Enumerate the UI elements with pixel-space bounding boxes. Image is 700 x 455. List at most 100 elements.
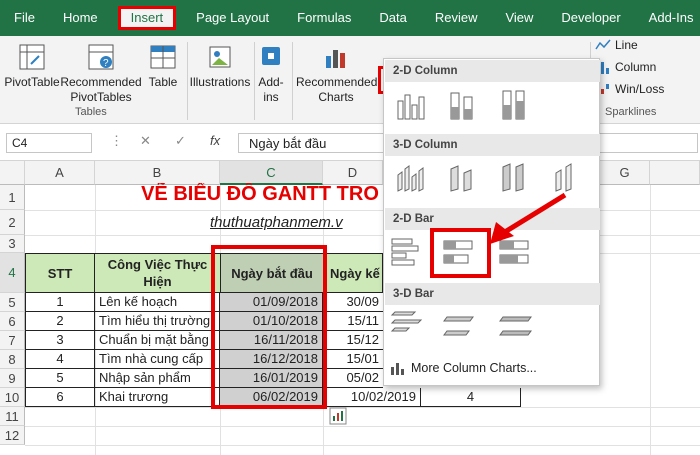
cell-task[interactable]: Lên kế hoạch	[95, 293, 220, 312]
row-header[interactable]: 3	[0, 235, 25, 253]
tab-home[interactable]: Home	[49, 0, 112, 36]
3d-clustered-bar-icon[interactable]	[390, 309, 424, 343]
cell-stt[interactable]: 5	[25, 369, 95, 388]
column-header[interactable]: G	[600, 161, 650, 185]
recommended-pivottables-button[interactable]: ? Recommended PivotTables	[60, 42, 142, 105]
pivottable-button[interactable]: PivotTable	[4, 42, 60, 90]
recommended-charts-icon	[326, 50, 345, 68]
tab-add-ins[interactable]: Add-Ins	[635, 0, 700, 36]
sheet-subtitle-link[interactable]: thuthuatphanmem.v	[210, 214, 380, 231]
cell-end-date[interactable]: 10/02/2019	[323, 388, 421, 407]
row-header[interactable]: 9	[0, 369, 25, 388]
more-column-charts-link[interactable]: More Column Charts...	[390, 361, 537, 375]
cell-end-date[interactable]: 15/11	[323, 312, 383, 331]
sparklines-group-label: Sparklines	[605, 106, 657, 118]
tab-view[interactable]: View	[491, 0, 547, 36]
section-2d-column: 2-D Column	[385, 60, 600, 82]
row-header[interactable]: 7	[0, 331, 25, 350]
add-ins-icon	[262, 47, 280, 65]
add-ins-label: Add-ins	[258, 75, 284, 104]
ribbon-separator	[254, 42, 255, 120]
cell-task[interactable]: Nhập sản phẩm	[95, 369, 220, 388]
row-header[interactable]: 8	[0, 350, 25, 369]
column-header[interactable]: A	[25, 161, 95, 185]
select-all-corner[interactable]	[0, 161, 25, 185]
header-cong-viec[interactable]: Công Việc Thực Hiện	[94, 253, 221, 293]
cell-stt[interactable]: 4	[25, 350, 95, 369]
tab-insert[interactable]: Insert	[117, 6, 177, 30]
sparkline-column-button[interactable]: Column	[595, 60, 656, 74]
row-header[interactable]: 5	[0, 293, 25, 312]
cell-task[interactable]: Tìm hiểu thị trường	[95, 312, 220, 331]
3d-100-stacked-bar-icon[interactable]	[498, 309, 532, 343]
more-column-charts-label: More Column Charts...	[411, 361, 537, 375]
cell-stt[interactable]: 3	[25, 331, 95, 350]
cell-end-date[interactable]: 15/01	[323, 350, 383, 369]
tab-review[interactable]: Review	[421, 0, 492, 36]
row-header[interactable]: 10	[0, 388, 25, 407]
cell-task[interactable]: Tìm nhà cung cấp	[95, 350, 220, 369]
gridline	[650, 185, 651, 455]
clustered-column-icon[interactable]	[394, 87, 428, 121]
recommended-charts-button[interactable]: Recommended Charts	[296, 42, 377, 105]
cell-end-date[interactable]: 05/02	[323, 369, 383, 388]
clustered-bar-icon[interactable]	[390, 235, 424, 269]
tab-formulas[interactable]: Formulas	[283, 0, 365, 36]
3d-stacked-bar-icon[interactable]	[442, 309, 476, 343]
table-button[interactable]: Table	[144, 42, 182, 90]
row-header[interactable]: 12	[0, 426, 25, 445]
stacked-column-icon[interactable]	[446, 87, 480, 121]
svg-text:?: ?	[103, 58, 109, 69]
header-stt[interactable]: STT	[25, 253, 95, 293]
section-3d-column: 3-D Column	[385, 134, 600, 156]
cancel-icon[interactable]: ✕	[140, 133, 151, 149]
gridline	[25, 426, 700, 427]
enter-icon[interactable]: ✓	[175, 133, 186, 149]
insert-function-button[interactable]: fx	[210, 133, 220, 148]
row-header[interactable]: 2	[0, 210, 25, 235]
tab-file[interactable]: File	[0, 0, 49, 36]
sparkline-line-icon	[595, 39, 611, 50]
column-header[interactable]	[650, 161, 700, 185]
row-header[interactable]: 1	[0, 185, 25, 210]
cell-task[interactable]: Chuẩn bị mặt bằng	[95, 331, 220, 350]
column-header[interactable]: C	[220, 161, 323, 185]
cell-stt[interactable]: 2	[25, 312, 95, 331]
cell-stt[interactable]: 6	[25, 388, 95, 407]
sparkline-line-button[interactable]: Line	[595, 38, 638, 52]
cell-duration[interactable]: 4	[421, 388, 521, 407]
recommended-pivottables-icon: ?	[88, 44, 114, 70]
more-options-icon[interactable]: ⋮	[110, 133, 123, 149]
row-header[interactable]: 11	[0, 407, 25, 426]
table-label: Table	[148, 75, 178, 89]
cell-end-date[interactable]: 15/12	[323, 331, 383, 350]
column-header[interactable]: D	[323, 161, 383, 185]
pivottable-icon	[19, 44, 45, 70]
tab-data[interactable]: Data	[365, 0, 420, 36]
gridline	[25, 445, 700, 446]
header-end-date[interactable]: Ngày kế	[323, 253, 383, 293]
name-box[interactable]: C4	[6, 133, 92, 153]
more-charts-icon	[391, 363, 404, 375]
quick-analysis-icon[interactable]	[329, 407, 347, 425]
100-stacked-column-icon[interactable]	[498, 87, 532, 121]
illustrations-icon	[209, 46, 231, 68]
3d-clustered-column-icon[interactable]	[394, 161, 428, 195]
column-header[interactable]: B	[95, 161, 220, 185]
cell-stt[interactable]: 1	[25, 293, 95, 312]
illustrations-label: Illustrations	[189, 75, 251, 89]
pivottable-label: PivotTable	[4, 75, 60, 89]
tab-page-layout[interactable]: Page Layout	[182, 0, 283, 36]
section-3d-bar: 3-D Bar	[385, 283, 600, 305]
3d-stacked-column-icon[interactable]	[446, 161, 480, 195]
sparkline-winloss-button[interactable]: Win/Loss	[595, 82, 664, 96]
illustrations-button[interactable]: Illustrations	[188, 42, 252, 90]
sparkline-winloss-label: Win/Loss	[615, 82, 665, 96]
gridline	[25, 407, 700, 408]
row-header[interactable]: 4	[0, 253, 25, 293]
tab-developer[interactable]: Developer	[547, 0, 634, 36]
add-ins-button[interactable]: Add-ins	[256, 42, 286, 105]
cell-task[interactable]: Khai trương	[95, 388, 220, 407]
row-header[interactable]: 6	[0, 312, 25, 331]
cell-end-date[interactable]: 30/09	[323, 293, 383, 312]
